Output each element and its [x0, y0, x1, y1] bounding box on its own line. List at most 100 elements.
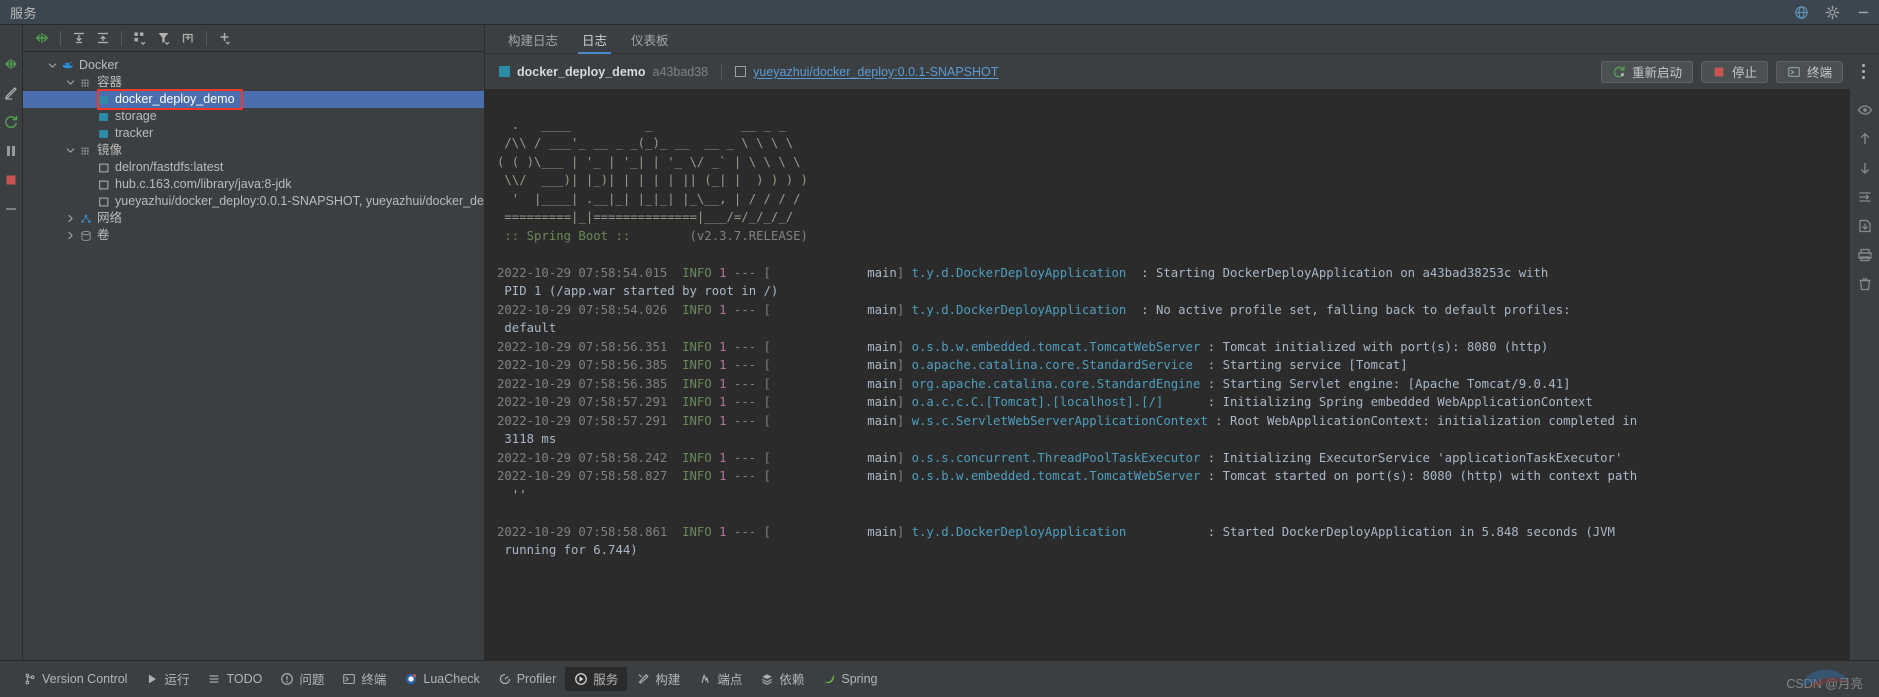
services-tree[interactable]: Docker 容器 docker_deploy_demo storage tracker…	[23, 52, 484, 660]
add-icon[interactable]	[214, 27, 236, 49]
print-icon[interactable]	[1857, 247, 1873, 263]
chevron-down-icon[interactable]	[66, 78, 75, 87]
tree-node-label: yueyazhui/docker_deploy:0.0.1-SNAPSHOT, …	[115, 194, 484, 208]
log-line-wrap: 3118 ms	[497, 432, 557, 446]
chevron-down-icon[interactable]	[66, 146, 75, 155]
toolbar-divider	[60, 30, 61, 46]
run-header: docker_deploy_demo a43bad38 yueyazhui/do…	[485, 54, 1879, 89]
statusbar-item-endpoints[interactable]: 端点	[689, 667, 751, 691]
tree-node[interactable]: storage	[23, 108, 484, 125]
log-line: 2022-10-29 07:58:54.015 INFO 1 --- [ mai…	[497, 265, 1549, 280]
statusbar-item-label: 依赖	[779, 673, 805, 687]
trash-icon[interactable]	[1857, 276, 1873, 292]
statusbar-item-luacheck[interactable]: LuaCheck	[395, 667, 488, 691]
stop-button[interactable]: 停止	[1700, 60, 1768, 83]
restart-icon	[1613, 65, 1625, 77]
terminal-button-label: 终端	[1806, 66, 1832, 80]
group-by-icon[interactable]	[129, 27, 151, 49]
statusbar-item-problems[interactable]: 问题	[271, 667, 333, 691]
tree-toggle[interactable]	[63, 210, 77, 227]
tree-toolbar	[23, 25, 484, 52]
statusbar-item-label: TODO	[226, 671, 263, 686]
scroll-up-icon[interactable]	[1857, 131, 1873, 147]
statusbar-item-terminal[interactable]: 终端	[333, 667, 395, 691]
scroll-down-icon[interactable]	[1857, 160, 1873, 176]
statusbar-item-label: 运行	[164, 673, 190, 687]
console-blank	[497, 504, 1849, 523]
rerun-icon[interactable]	[3, 56, 19, 72]
tab-log[interactable]: 日志	[570, 33, 619, 54]
log-line: 2022-10-29 07:58:57.291 INFO 1 --- [ mai…	[497, 413, 1638, 428]
statusbar-item-services[interactable]: 服务	[565, 666, 628, 691]
image-icon	[98, 180, 108, 189]
eye-icon[interactable]	[1857, 102, 1873, 118]
statusbar-item-run[interactable]: 运行	[136, 667, 198, 691]
spring-banner-line: =========|_|==============|___/=/_/_/_/	[497, 210, 794, 224]
image-link[interactable]: yueyazhui/docker_deploy:0.0.1-SNAPSHOT	[753, 65, 998, 79]
minimize-icon[interactable]	[3, 201, 19, 217]
tab-label: 构建日志	[508, 33, 559, 48]
statusbar-item-build[interactable]: 构建	[627, 667, 689, 691]
tree-toggle[interactable]	[45, 57, 59, 74]
show-hidden-icon[interactable]	[177, 27, 199, 49]
tree-node[interactable]: 镜像	[23, 142, 484, 159]
container-running-icon	[95, 108, 112, 125]
statusbar-item-spring[interactable]: Spring	[813, 667, 886, 691]
edit-icon[interactable]	[3, 85, 19, 101]
tree-node[interactable]: tracker	[23, 125, 484, 142]
build-icon	[638, 673, 649, 684]
restart-button[interactable]: 重新启动	[1600, 60, 1693, 83]
tree-node[interactable]: hub.c.163.com/library/java:8-jdk	[23, 176, 484, 193]
header-divider	[721, 63, 723, 80]
tree-toggle[interactable]	[63, 142, 77, 159]
log-panel: 构建日志 日志 仪表板 docker_deploy_demo a43bad38 yu…	[485, 25, 1879, 660]
tree-toggle	[81, 193, 95, 210]
log-tabs[interactable]: 构建日志 日志 仪表板	[485, 25, 1879, 54]
statusbar-item-label: Profiler	[516, 671, 557, 686]
spring-icon	[824, 674, 835, 683]
statusbar-item-dependencies[interactable]: 依赖	[751, 667, 813, 691]
chevron-down-icon[interactable]	[48, 61, 57, 70]
minimize-icon[interactable]	[1856, 5, 1871, 20]
tree-node[interactable]: delron/fastdfs:latest	[23, 159, 484, 176]
tree-toggle[interactable]	[63, 227, 77, 244]
globe-icon[interactable]	[1794, 5, 1809, 20]
pause-icon[interactable]	[3, 143, 19, 159]
terminal-button[interactable]: 终端	[1775, 60, 1843, 83]
statusbar-item-branch[interactable]: Version Control	[14, 667, 136, 691]
tree-node[interactable]: yueyazhui/docker_deploy:0.0.1-SNAPSHOT, …	[23, 193, 484, 210]
statusbar-item-profiler[interactable]: Profiler	[489, 667, 566, 691]
tree-node[interactable]: 容器	[23, 74, 484, 91]
chevron-right-icon[interactable]	[66, 214, 75, 223]
statusbar-item-todo[interactable]: TODO	[198, 667, 271, 691]
collapse-all-icon[interactable]	[92, 27, 114, 49]
log-console[interactable]: . ____ _ __ _ _ /\\ / ___'_ __ _ _(_)_ _…	[485, 89, 1849, 660]
tab-dashboard[interactable]: 仪表板	[619, 34, 681, 54]
chevron-right-icon[interactable]	[66, 231, 75, 240]
tree-toggle[interactable]	[63, 74, 77, 91]
log-line: 2022-10-29 07:58:56.385 INFO 1 --- [ mai…	[497, 376, 1571, 391]
tab-label: 日志	[582, 33, 608, 48]
tree-toggle	[81, 91, 95, 108]
tree-node[interactable]: Docker	[23, 57, 484, 74]
tree-node-selected[interactable]: docker_deploy_demo	[23, 91, 484, 108]
stop-icon[interactable]	[3, 172, 19, 188]
console-gutter	[1849, 89, 1879, 660]
statusbar-item-label: 问题	[299, 673, 325, 687]
restart-icon[interactable]	[3, 114, 19, 130]
tree-node[interactable]: 卷	[23, 227, 484, 244]
problems-icon	[280, 672, 294, 686]
kebab-menu-icon[interactable]	[1855, 61, 1871, 83]
tab-build-log[interactable]: 构建日志	[496, 33, 570, 54]
soft-wrap-icon[interactable]	[1857, 189, 1873, 205]
dependencies-icon	[760, 672, 774, 686]
export-icon[interactable]	[1857, 218, 1873, 234]
expand-all-icon[interactable]	[68, 27, 90, 49]
filter-icon[interactable]	[153, 27, 175, 49]
run-configuration-icon[interactable]	[31, 27, 53, 49]
tree-node[interactable]: 网络	[23, 210, 484, 227]
statusbar-item-label: Version Control	[42, 671, 128, 686]
profiler-icon	[499, 673, 510, 684]
console-blank	[497, 97, 1849, 116]
gear-icon[interactable]	[1825, 5, 1840, 20]
